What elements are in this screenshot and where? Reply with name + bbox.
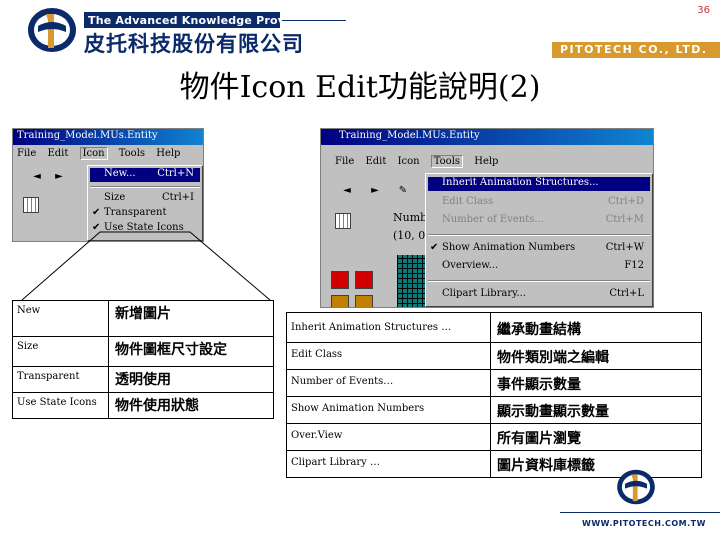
table-cell-en: Transparent [12,366,109,393]
table-cell-en: Show Animation Numbers [286,396,491,424]
table-cell-cn: 圖片資料庫標籤 [490,450,702,478]
background-text: (10, 0 [393,229,426,242]
arrow-right-icon[interactable]: ► [51,169,67,185]
menu-help[interactable]: Help [474,156,498,167]
table-row: Transparent 透明使用 [12,366,274,393]
menu-item-edit-class[interactable]: Edit Class Ctrl+D [428,196,650,210]
background-text: Numb [393,211,428,224]
menu-icon[interactable]: Icon [398,156,420,167]
table-row: Show Animation Numbers 顯示動畫顯示數量 [286,396,702,424]
table-cell-en: New [12,300,109,337]
table-cell-cn: 顯示動畫顯示數量 [490,396,702,424]
tools-menu-table: Inherit Animation Structures … 繼承動畫結構 Ed… [286,312,702,478]
menu-item-overview[interactable]: Overview... F12 [428,260,650,274]
page-number: 36 [697,5,710,16]
check-icon: ✔ [92,207,101,218]
menu-edit[interactable]: Edit [365,156,386,167]
table-cell-cn: 繼承動畫結構 [490,312,702,343]
check-icon: ✔ [430,242,439,253]
arrow-left-icon[interactable]: ◄ [339,183,355,199]
menu-icon[interactable]: Icon [79,147,108,160]
menu-file[interactable]: File [335,156,354,167]
table-row: Inherit Animation Structures … 繼承動畫結構 [286,312,702,343]
table-row: New 新增圖片 [12,300,274,337]
arrow-right-icon[interactable]: ► [367,183,383,199]
menubar: File Edit Icon Tools Help [321,153,653,171]
table-cell-cn: 所有圖片瀏覽 [490,423,702,451]
menu-tools[interactable]: Tools [119,148,145,159]
menu-edit[interactable]: Edit [47,148,68,159]
table-cell-en: Size [12,336,109,367]
slide-header: The Advanced Knowledge Provider 皮托科技股份有限… [0,0,720,58]
color-swatch[interactable] [331,271,349,289]
icon-menu-table: New 新增圖片 Size 物件圖框尺寸設定 Transparent 透明使用 … [12,300,274,419]
table-row: Size 物件圖框尺寸設定 [12,336,274,367]
pencil-icon[interactable]: ✎ [395,183,411,199]
window-titlebar: Training_Model.MUs.Entity [13,129,203,145]
table-cell-en: Clipart Library … [286,450,491,478]
icon-canvas-grid[interactable] [397,255,427,307]
footer-url: WWW.PITOTECH.COM.TW [582,519,706,528]
menu-item-new[interactable]: New... Ctrl+N [90,168,200,182]
table-row: Use State Icons 物件使用狀態 [12,392,274,419]
table-cell-en: Number of Events… [286,369,491,397]
table-cell-cn: 物件圖框尺寸設定 [108,336,274,367]
company-name-cn: 皮托科技股份有限公司 [84,32,304,56]
color-swatch[interactable] [355,295,373,307]
tools-menu-screenshot: Training_Model.MUs.Entity File Edit Icon… [320,128,654,308]
grid-icon[interactable] [335,213,351,229]
menu-item-use-state-icons[interactable]: ✔ Use State Icons [90,222,200,235]
company-name-en: PITOTECH CO., LTD. [560,43,708,56]
table-cell-cn: 透明使用 [108,366,274,393]
table-cell-en: Over.View [286,423,491,451]
menu-help[interactable]: Help [156,148,180,159]
menu-item-show-animation-numbers[interactable]: ✔ Show Animation Numbers Ctrl+W [428,242,650,256]
icon-dropdown-menu: New... Ctrl+N Size Ctrl+I ✔ Transparent ✔ … [87,165,203,241]
table-row: Over.View 所有圖片瀏覽 [286,423,702,451]
table-cell-cn: 事件顯示數量 [490,369,702,397]
pitotech-logo-icon [617,469,655,505]
table-cell-en: Edit Class [286,342,491,370]
slide-title: 物件Icon Edit功能說明(2) [179,70,541,105]
table-row: Number of Events… 事件顯示數量 [286,369,702,397]
menubar: File Edit Icon Tools Help [13,145,203,163]
menu-tools[interactable]: Tools [430,155,464,168]
table-cell-en: Use State Icons [12,392,109,419]
table-cell-en: Inherit Animation Structures … [286,312,491,343]
check-icon: ✔ [92,222,101,233]
menu-item-size[interactable]: Size Ctrl+I [90,192,200,205]
menu-item-inherit-animation-structures[interactable]: Inherit Animation Structures... [428,177,650,191]
color-swatch[interactable] [355,271,373,289]
table-cell-cn: 物件類別端之編輯 [490,342,702,370]
arrow-left-icon[interactable]: ◄ [29,169,45,185]
table-cell-cn: 新增圖片 [108,300,274,337]
pitotech-logo-icon [28,8,76,52]
color-swatch[interactable] [331,295,349,307]
menu-item-clipart-library[interactable]: Clipart Library... Ctrl+L [428,288,650,302]
grid-icon[interactable] [23,197,39,213]
menu-item-number-of-events[interactable]: Number of Events... Ctrl+M [428,214,650,228]
icon-menu-screenshot: Training_Model.MUs.Entity File Edit Icon… [12,128,204,242]
company-tagline: The Advanced Knowledge Provider [88,14,311,27]
tools-dropdown-menu: Inherit Animation Structures... Edit Cla… [425,173,653,307]
menu-file[interactable]: File [17,148,36,159]
menu-item-transparent[interactable]: ✔ Transparent [90,207,200,220]
table-cell-cn: 物件使用狀態 [108,392,274,419]
table-row: Edit Class 物件類別端之編輯 [286,342,702,370]
window-titlebar: Training_Model.MUs.Entity [321,129,653,145]
